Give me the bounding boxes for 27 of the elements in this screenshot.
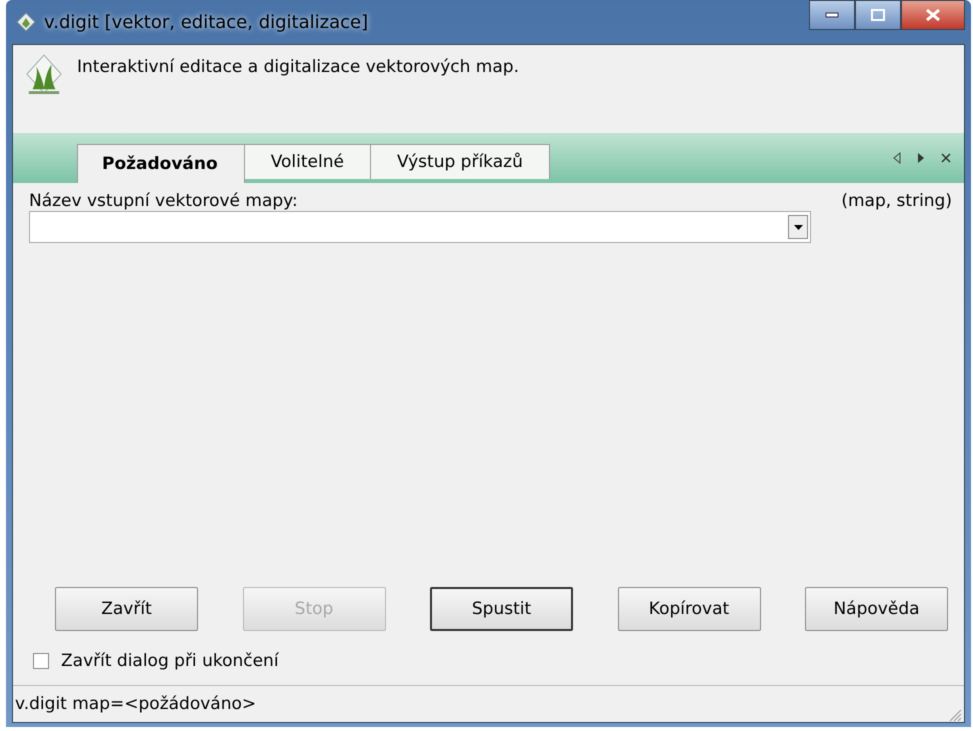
window-title: v.digit [vektor, editace, digitalizace] (44, 12, 368, 32)
maximize-icon (871, 9, 885, 21)
field-label: Název vstupní vektorové mapy: (29, 191, 298, 211)
resize-grip-icon[interactable] (948, 708, 962, 722)
description-text: Interaktivní editace a digitalizace vektorových map. (77, 57, 519, 77)
checkbox-label: Zavřít dialog při ukončení (61, 651, 279, 671)
close-button[interactable] (901, 0, 965, 30)
close-icon (925, 8, 941, 22)
checkbox[interactable] (33, 653, 49, 669)
dialog-button[interactable]: Spustit (430, 587, 573, 631)
status-text: v.digit map=<požádováno> (15, 694, 256, 714)
dialog-button[interactable]: Zavřít (55, 587, 198, 631)
scroll-left-icon[interactable] (892, 152, 902, 164)
close-tab-icon[interactable] (940, 152, 952, 164)
dialog-button[interactable]: Nápověda (805, 587, 948, 631)
scroll-right-icon[interactable] (916, 152, 926, 164)
minimize-icon (825, 12, 839, 18)
tab[interactable]: Výstup příkazů (370, 144, 550, 179)
tab[interactable]: Volitelné (244, 144, 371, 179)
dropdown-arrow-icon (794, 224, 802, 230)
dialog-button[interactable]: Kopírovat (618, 587, 760, 631)
minimize-button[interactable] (809, 0, 855, 30)
app-icon (16, 12, 36, 32)
maximize-button[interactable] (855, 0, 901, 30)
type-hint: (map, string) (841, 191, 952, 211)
grass-logo-icon (25, 53, 63, 97)
tab[interactable]: Požadováno (77, 144, 245, 183)
